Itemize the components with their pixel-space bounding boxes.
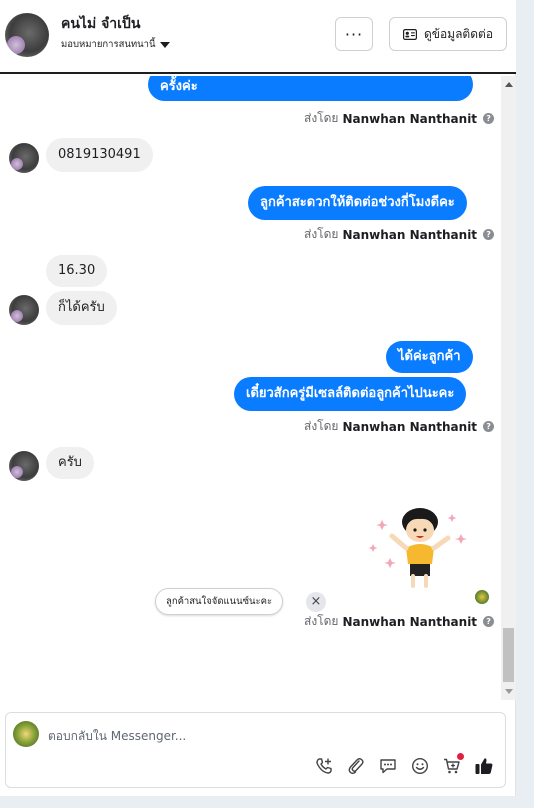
saved-reply-icon[interactable] [377,755,399,777]
sent-by-label: ส่งโดย Nanwhan Nanthanit ? [304,612,495,631]
scroll-thumb[interactable] [503,628,514,682]
view-contact-button[interactable]: ดูข้อมูลติดต่อ [389,17,507,51]
messenger-panel: คนไม่ จำเป็น มอบหมายการสนทนานี้ ··· ดูข้… [0,0,516,796]
girl-cheering-sticker-icon[interactable] [368,506,472,592]
assign-conversation-dropdown[interactable]: มอบหมายการสนทนานี้ [61,37,170,52]
scroll-down-arrow-icon[interactable] [505,689,513,694]
help-icon[interactable]: ? [483,421,495,432]
sent-by-label: ส่งโดย Nanwhan Nanthanit ? [304,109,495,128]
message-bubble-incoming[interactable]: 16.30 [46,255,108,287]
attachment-icon[interactable] [345,755,367,777]
help-icon[interactable]: ? [483,616,495,627]
phone-plus-icon[interactable] [313,755,335,777]
more-options-button[interactable]: ··· [335,17,373,51]
message-bubble-outgoing[interactable]: ลูกค้าสะดวกให้ติดต่อช่วงกี่โมงดีคะ [248,186,467,220]
caret-down-icon [159,41,170,48]
conversation-header: คนไม่ จำเป็น มอบหมายการสนทนานี้ ··· ดูข้… [0,0,516,74]
scroll-up-arrow-icon[interactable] [505,82,513,87]
contact-avatar-small [9,143,39,173]
reply-input[interactable] [48,726,488,746]
contact-card-icon [402,28,417,40]
message-bubble-incoming[interactable]: ก็ได้ครับ [46,291,117,325]
message-bubble-outgoing[interactable]: ครั้งค่ะ [148,76,473,101]
contact-avatar-small [9,295,39,325]
emoji-icon[interactable] [409,755,431,777]
sent-by-label: ส่งโดย Nanwhan Nanthanit ? [304,417,495,436]
assign-label: มอบหมายการสนทนานี้ [61,39,156,50]
message-bubble-outgoing[interactable]: เดี๋ยวสักครู่มีเซลล์ติดต่อลูกค้าไปนะคะ [234,377,467,411]
quick-reply-chip[interactable]: ลูกค้าสนใจจัดแนนซ์นะคะ [155,588,284,615]
page-avatar [13,721,39,747]
reply-composer [5,712,506,788]
message-bubble-incoming[interactable]: ครับ [46,447,94,479]
contact-avatar-small [9,451,39,481]
contact-name[interactable]: คนไม่ จำเป็น [61,13,140,35]
message-bubble-incoming[interactable]: 0819130491 [46,138,153,172]
message-thread[interactable]: ครั้งค่ะ ส่งโดย Nanwhan Nanthanit ? 0819… [0,76,500,700]
close-quick-reply-button[interactable]: × [306,592,326,612]
like-icon[interactable] [473,755,495,777]
composer-toolbar [313,753,495,777]
view-contact-label: ดูข้อมูลติดต่อ [423,26,494,41]
contact-avatar[interactable] [5,13,49,57]
message-bubble-outgoing[interactable]: ได้ค่ะลูกค้า [386,341,473,373]
more-icon: ··· [344,24,364,44]
notification-dot [457,753,464,760]
sent-by-label: ส่งโดย Nanwhan Nanthanit ? [304,225,495,244]
help-icon[interactable]: ? [483,229,495,240]
seen-avatar [475,590,489,604]
thread-scrollbar[interactable] [501,76,516,700]
help-icon[interactable]: ? [483,113,495,124]
cart-icon[interactable] [441,753,464,777]
